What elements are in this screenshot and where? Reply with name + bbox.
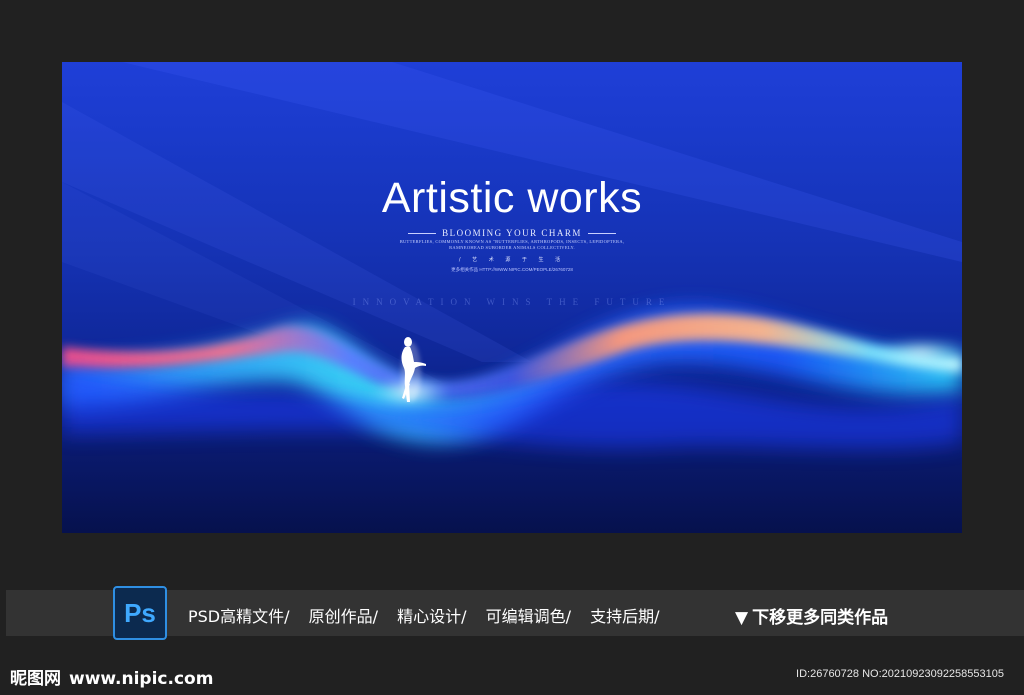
photoshop-icon: Ps [113,586,167,640]
more-similar-label: 下移更多同类作品 [752,608,889,628]
image-id: ID:26760728 NO:20210923092258553105 [796,668,1004,680]
feature-item: PSD高精文件/ [188,607,290,626]
brand-url: www.nipic.com [69,669,214,689]
brand-name: 昵图网 [10,669,61,689]
innovation-text: INNOVATION WINS THE FUTURE [352,297,672,307]
tiny-url-text: 更多相关作品 HTTP://WWW.NIPIC.COM/PEOPLE/26760… [451,267,573,272]
brand-logo: 昵图网 www.nipic.com [10,664,214,689]
more-similar-link[interactable]: ▼ 下移更多同类作品 [735,603,889,628]
poster-image: Artistic works BLOOMING YOUR CHARM BUTTE… [62,62,962,533]
feature-item: 原创作品/ [308,607,379,626]
feature-item: 精心设计/ [397,607,467,626]
small-description-line: RAMNEOHEAD SUBORDER ANIMALS COLLECTIVELY… [449,244,575,250]
feature-item: 可编辑调色/ [485,607,572,626]
chinese-slogan: / 艺 术 源 于 生 活 [458,257,566,263]
tagline: BLOOMING YOUR CHARM [62,228,962,238]
tagline-left-rule [408,233,437,235]
feature-list: PSD高精文件/ 原创作品/ 精心设计/ 可编辑调色/ 支持后期/ [188,603,674,626]
feature-item: 支持后期/ [590,607,660,626]
tagline-text: BLOOMING YOUR CHARM [442,228,582,238]
tagline-right-rule [587,233,616,235]
headline: Artistic works [381,174,643,222]
down-triangle-icon: ▼ [735,608,749,628]
small-description: BUTTERFLIES, COMMONLY KNOWN AS "BUTTERFL… [62,239,962,250]
